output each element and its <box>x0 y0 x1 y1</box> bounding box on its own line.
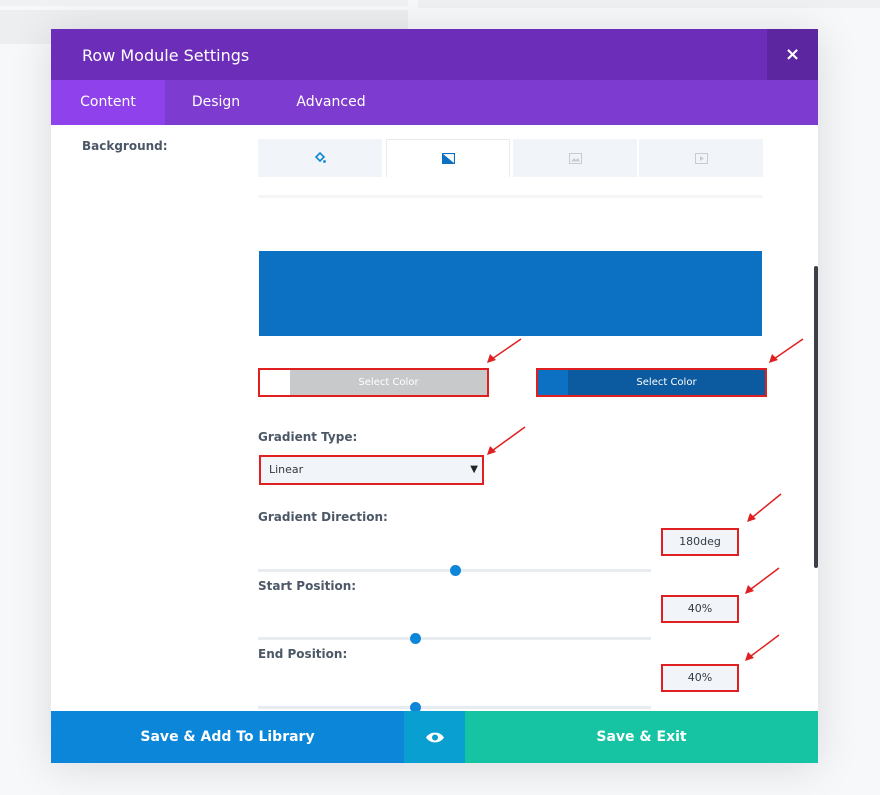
background-page-strip <box>0 0 408 6</box>
video-icon <box>694 152 708 164</box>
gradient-direction-input[interactable]: 180deg <box>661 528 739 556</box>
modal-title-bar: Row Module Settings × <box>51 29 818 80</box>
preview-button[interactable] <box>404 711 465 763</box>
background-label: Background: <box>82 139 168 153</box>
end-position-input[interactable]: 40% <box>661 664 739 692</box>
start-position-handle[interactable] <box>410 633 422 644</box>
settings-body: Background: Select Color Select Color Gr… <box>51 125 818 713</box>
start-color-swatch <box>260 370 290 395</box>
modal-footer: Save & Add To Library Save & Exit <box>51 711 818 763</box>
close-button[interactable]: × <box>767 29 818 80</box>
start-position-slider[interactable] <box>258 633 651 644</box>
gradient-end-color-button[interactable]: Select Color <box>536 368 767 397</box>
start-color-label: Select Color <box>290 370 487 395</box>
start-position-input[interactable]: 40% <box>661 595 739 623</box>
background-type-tabs <box>258 139 765 177</box>
save-add-to-library-button[interactable]: Save & Add To Library <box>51 711 404 763</box>
gradient-direction-label: Gradient Direction: <box>258 510 388 524</box>
gradient-type-label: Gradient Type: <box>258 430 358 444</box>
end-color-swatch <box>538 370 568 395</box>
end-position-label: End Position: <box>258 647 348 661</box>
background-tab-video[interactable] <box>639 139 763 177</box>
gradient-direction-handle[interactable] <box>449 565 461 576</box>
gradient-direction-slider[interactable] <box>258 565 651 576</box>
end-color-label: Select Color <box>568 370 765 395</box>
background-page-header <box>418 0 880 8</box>
settings-scrollbar[interactable] <box>814 266 818 568</box>
annotation-arrow-icon <box>747 493 782 522</box>
gradient-type-value: Linear <box>269 463 304 476</box>
modal-title: Row Module Settings <box>82 46 250 65</box>
background-tab-gradient[interactable] <box>386 139 510 177</box>
annotation-arrow-icon <box>769 338 804 363</box>
start-position-label: Start Position: <box>258 579 357 593</box>
end-position-slider[interactable] <box>258 702 651 713</box>
eye-icon <box>425 732 444 742</box>
paint-bucket-icon <box>314 152 326 163</box>
preview-divider <box>258 195 763 198</box>
annotation-arrow-icon <box>487 426 526 455</box>
tab-content[interactable]: Content <box>51 80 165 125</box>
chevron-down-icon: ▼ <box>470 464 478 475</box>
annotation-arrow-icon <box>487 338 522 363</box>
annotation-arrow-icon <box>745 567 780 594</box>
gradient-start-color-button[interactable]: Select Color <box>258 368 489 397</box>
tab-design[interactable]: Design <box>165 80 267 125</box>
row-module-settings-modal: Row Module Settings × Content Design Adv… <box>51 29 818 763</box>
background-tab-color[interactable] <box>258 139 382 177</box>
settings-tabs: Content Design Advanced <box>51 80 818 125</box>
tab-advanced[interactable]: Advanced <box>267 80 395 125</box>
background-tab-image[interactable] <box>513 139 637 177</box>
gradient-icon <box>441 153 455 164</box>
image-icon <box>568 152 582 164</box>
gradient-type-select[interactable]: Linear ▼ <box>259 455 484 485</box>
save-exit-button[interactable]: Save & Exit <box>465 711 818 763</box>
annotation-arrow-icon <box>745 634 780 661</box>
gradient-preview <box>259 251 762 336</box>
